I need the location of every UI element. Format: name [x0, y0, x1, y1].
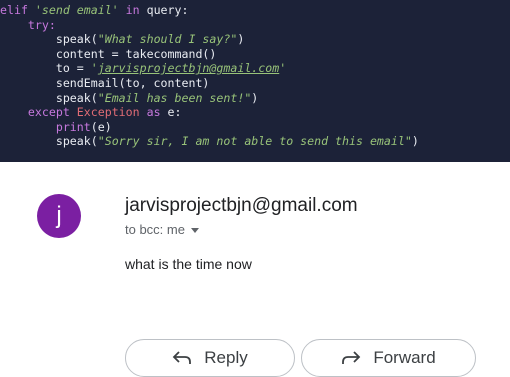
code-line: except Exception as e: [0, 105, 510, 120]
code-line: sendEmail(to, content) [0, 76, 510, 91]
recipient-line[interactable]: to bcc: me [125, 222, 199, 237]
forward-button[interactable]: Forward [301, 339, 476, 377]
code-token: except [27, 105, 77, 120]
code-token: ) [237, 32, 245, 47]
code-line: try: [0, 18, 510, 33]
forward-label: Forward [373, 348, 436, 367]
code-token: 'send email' [34, 3, 119, 17]
code-token: content = takecommand() [0, 46, 217, 61]
code-line: print(e) [0, 120, 510, 135]
reply-label: Reply [204, 348, 248, 367]
code-line: elif 'send email' in query: [0, 3, 510, 18]
code-token: ) [411, 134, 419, 149]
code-line: speak("Email has been sent!") [0, 91, 510, 106]
code-token: sendEmail(to, content) [0, 75, 210, 90]
email-message: j jarvisprojectbjn@gmail.com to bcc: me … [0, 162, 510, 377]
code-line: to = 'jarvisprojectbjn@gmail.com' [0, 61, 510, 76]
code-token: elif [0, 3, 35, 17]
chevron-down-icon[interactable] [190, 227, 199, 233]
email-body: what is the time now [125, 256, 252, 272]
code-token: ' [279, 61, 287, 76]
code-token: e: [167, 105, 182, 120]
code-token: ) [251, 90, 259, 105]
code-token: query: [146, 3, 189, 17]
code-editor: elif 'send email' in query: try: speak("… [0, 0, 510, 162]
sender-email[interactable]: jarvisprojectbjn@gmail.com [125, 195, 358, 217]
code-token: jarvisprojectbjn@gmail.com [97, 61, 280, 76]
code-token: "Sorry sir, I am not able to send this e… [97, 134, 412, 149]
code-token: (e) [90, 119, 112, 134]
code-token: speak( [0, 90, 98, 105]
code-token: try: [27, 17, 56, 32]
code-token: Exception [76, 105, 140, 120]
code-line: speak("Sorry sir, I am not able to send … [0, 134, 510, 149]
code-token: print [55, 119, 91, 134]
code-line: content = takecommand() [0, 47, 510, 62]
code-token: speak( [0, 134, 98, 149]
code-token: as [139, 105, 168, 120]
code-block: elif 'send email' in query: try: speak("… [0, 0, 510, 149]
code-token: to = [0, 61, 91, 76]
recipient-label: to bcc: me [125, 222, 185, 237]
sender-avatar[interactable]: j [37, 194, 81, 238]
code-token: speak( [0, 32, 98, 47]
code-token: "What should I say?" [97, 32, 238, 47]
code-line: speak("What should I say?") [0, 32, 510, 47]
forward-icon [341, 350, 361, 366]
reply-button[interactable]: Reply [125, 339, 295, 377]
code-token: "Email has been sent!" [97, 90, 252, 105]
code-token: in [118, 3, 147, 17]
reply-icon [172, 350, 192, 366]
code-token: ' [90, 61, 98, 76]
